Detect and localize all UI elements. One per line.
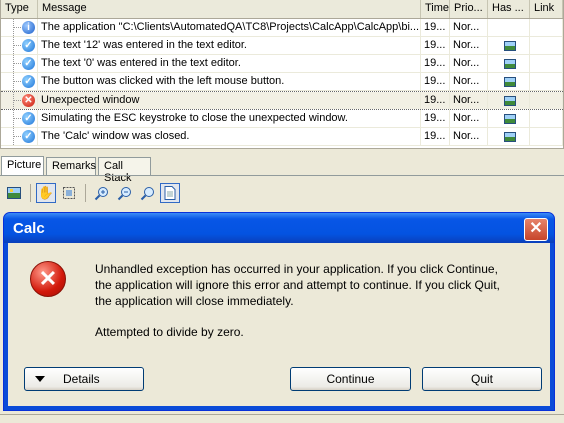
error-message: Unhandled exception has occurred in your… [95, 262, 500, 308]
has-picture-cell [488, 37, 530, 54]
message-cell: The 'Calc' window was closed. [38, 128, 421, 145]
has-picture-cell [488, 92, 530, 109]
calc-error-dialog: Calc ✕ ✕ Unhandled exception has occurre… [3, 212, 555, 411]
type-cell: ✓ [1, 128, 38, 145]
type-cell: ✓ [1, 55, 38, 72]
error-icon: ✕ [22, 94, 35, 107]
time-cell: 19... [421, 55, 450, 72]
type-cell: ✓ [1, 110, 38, 127]
type-cell: ✕ [1, 92, 38, 109]
zoom-actual-icon[interactable] [137, 183, 157, 203]
message-cell: The text '0' was entered in the text edi… [38, 55, 421, 72]
has-picture-cell [488, 110, 530, 127]
check-icon: ✓ [22, 112, 35, 125]
grid-header: Type Message Time Prio... Has ... Link [1, 0, 563, 19]
zoom-in-icon[interactable] [91, 183, 111, 203]
table-row[interactable]: ✓ The button was clicked with the left mo… [1, 73, 563, 91]
link-cell [530, 55, 563, 72]
link-cell [530, 110, 563, 127]
time-cell: 19... [421, 92, 450, 109]
time-cell: 19... [421, 37, 450, 54]
check-icon: ✓ [22, 75, 35, 88]
select-icon[interactable] [59, 183, 79, 203]
has-picture-cell [488, 19, 530, 36]
time-cell: 19... [421, 19, 450, 36]
close-icon[interactable]: ✕ [524, 218, 548, 241]
picture-icon [504, 77, 516, 87]
priority-cell: Nor... [450, 73, 488, 90]
tab-picture[interactable]: Picture [1, 156, 44, 175]
priority-cell: Nor... [450, 92, 488, 109]
grid-rows: i The application "C:\Clients\AutomatedQA… [1, 19, 563, 146]
details-button-label: Details [63, 372, 100, 386]
toolbar-separator [85, 184, 86, 202]
column-header-has-picture[interactable]: Has ... [488, 0, 530, 18]
priority-cell: Nor... [450, 55, 488, 72]
picture-icon [504, 132, 516, 142]
details-button[interactable]: Details [24, 367, 144, 391]
table-row[interactable]: ✕ Unexpected window 19... Nor... [1, 91, 563, 110]
picture-icon [504, 59, 516, 69]
link-cell [530, 37, 563, 54]
tab-divider [0, 175, 564, 176]
link-cell [530, 128, 563, 145]
message-cell: The text '12' was entered in the text ed… [38, 37, 421, 54]
column-header-message[interactable]: Message [38, 0, 421, 18]
has-picture-cell [488, 128, 530, 145]
time-cell: 19... [421, 73, 450, 90]
message-cell: The button was clicked with the left mou… [38, 73, 421, 90]
type-cell: i [1, 19, 38, 36]
link-cell [530, 92, 563, 109]
message-cell: Unexpected window [38, 92, 421, 109]
error-detail: Attempted to divide by zero. [95, 325, 244, 339]
priority-cell: Nor... [450, 19, 488, 36]
chevron-down-icon [35, 376, 45, 382]
check-icon: ✓ [22, 57, 35, 70]
priority-cell: Nor... [450, 128, 488, 145]
page-icon[interactable] [160, 183, 180, 203]
picture-icon [504, 41, 516, 51]
zoom-out-icon[interactable] [114, 183, 134, 203]
toolbar-separator [30, 184, 31, 202]
column-header-time[interactable]: Time [421, 0, 450, 18]
has-picture-cell [488, 73, 530, 90]
link-cell [530, 73, 563, 90]
continue-button[interactable]: Continue [290, 367, 411, 391]
picture-icon[interactable] [4, 183, 24, 203]
table-row[interactable]: i The application "C:\Clients\AutomatedQA… [1, 19, 563, 37]
test-log-grid[interactable]: Type Message Time Prio... Has ... Link i… [0, 0, 564, 149]
link-cell [530, 19, 563, 36]
dialog-body: ✕ Unhandled exception has occurred in yo… [8, 243, 550, 406]
table-row[interactable]: ✓ The text '0' was entered in the text ed… [1, 55, 563, 73]
type-cell: ✓ [1, 37, 38, 54]
message-cell: The application "C:\Clients\AutomatedQA\… [38, 19, 421, 36]
column-header-link[interactable]: Link [530, 0, 563, 18]
time-cell: 19... [421, 110, 450, 127]
priority-cell: Nor... [450, 110, 488, 127]
quit-button[interactable]: Quit [422, 367, 542, 391]
dialog-title: Calc [4, 213, 554, 243]
tab-remarks[interactable]: Remarks [46, 157, 96, 175]
hand-icon[interactable]: ✋ [36, 183, 56, 203]
table-row[interactable]: ✓ The text '12' was entered in the text e… [1, 37, 563, 55]
time-cell: 19... [421, 128, 450, 145]
table-row[interactable]: ✓ The 'Calc' window was closed. 19... Nor..… [1, 128, 563, 146]
check-icon: ✓ [22, 130, 35, 143]
picture-icon [504, 96, 516, 106]
panel-tabs: Picture Remarks Call Stack [0, 156, 564, 184]
check-icon: ✓ [22, 39, 35, 52]
has-picture-cell [488, 55, 530, 72]
picture-icon [504, 114, 516, 124]
message-cell: Simulating the ESC keystroke to close th… [38, 110, 421, 127]
table-row[interactable]: ✓ Simulating the ESC keystroke to close t… [1, 110, 563, 128]
info-icon: i [22, 21, 35, 34]
picture-toolbar: ✋ [4, 180, 560, 206]
error-icon: ✕ [30, 261, 66, 297]
type-cell: ✓ [1, 73, 38, 90]
priority-cell: Nor... [450, 37, 488, 54]
column-header-type[interactable]: Type [1, 0, 38, 18]
column-header-priority[interactable]: Prio... [450, 0, 488, 18]
tab-call-stack[interactable]: Call Stack [98, 157, 151, 184]
